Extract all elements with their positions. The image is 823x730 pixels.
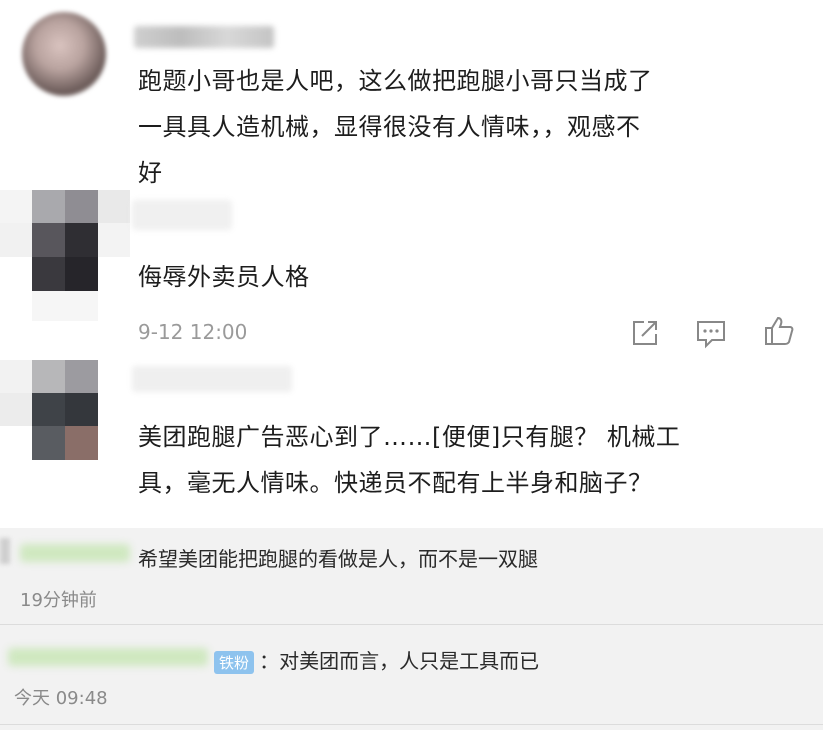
reply-content: 铁粉 ：对美团而言，人只是工具而已 xyxy=(214,645,539,674)
fan-badge: 铁粉 xyxy=(214,651,255,674)
comment-text: 跑题小哥也是人吧，这么做把跑腿小哥只当成了 一具具人造机械，显得很没有人情味，，… xyxy=(138,58,808,196)
comment-line: 跑题小哥也是人吧，这么做把跑腿小哥只当成了 xyxy=(138,67,653,95)
comment-text: 美团跑腿广告恶心到了……[便便]只有腿？ 机械工 具，毫无人情味。快递员不配有上… xyxy=(138,414,818,506)
comment-timestamp: 9-12 12:00 xyxy=(138,320,248,344)
avatar[interactable] xyxy=(0,360,130,460)
avatar[interactable] xyxy=(0,190,130,325)
reply-timestamp: 19分钟前 xyxy=(20,590,97,611)
comment-line: 美团跑腿广告恶心到了……[便便]只有腿？ 机械工 xyxy=(138,423,681,451)
reply-timestamp: 今天 09:48 xyxy=(14,688,108,709)
username-blurred[interactable] xyxy=(134,26,274,48)
reply-username-blurred[interactable] xyxy=(20,544,130,562)
divider xyxy=(0,724,823,725)
reply-username-blurred[interactable] xyxy=(8,648,208,666)
comment-line: 具，毫无人情味。快递员不配有上半身和脑子？ xyxy=(138,469,653,497)
comment-text: 侮辱外卖员人格 xyxy=(138,254,310,300)
username-blurred[interactable] xyxy=(132,200,232,230)
comment-line: 好 xyxy=(138,159,163,187)
reply-text: ：对美团而言，人只是工具而已 xyxy=(259,649,540,673)
comment-line: 侮辱外卖员人格 xyxy=(138,263,310,291)
replies-panel: 希望美团能把跑腿的看做是人，而不是一双腿 19分钟前 铁粉 ：对美团而言，人只是… xyxy=(0,528,823,730)
comment-icon[interactable] xyxy=(694,316,728,350)
reply-text: 希望美团能把跑腿的看做是人，而不是一双腿 xyxy=(138,547,538,571)
avatar-fragment xyxy=(0,538,10,564)
username-blurred[interactable] xyxy=(132,366,292,392)
comment-line: 一具具人造机械，显得很没有人情味，，观感不 xyxy=(138,113,641,141)
avatar[interactable] xyxy=(22,12,106,96)
share-icon[interactable] xyxy=(628,316,662,350)
like-icon[interactable] xyxy=(762,314,796,348)
divider xyxy=(0,624,823,625)
